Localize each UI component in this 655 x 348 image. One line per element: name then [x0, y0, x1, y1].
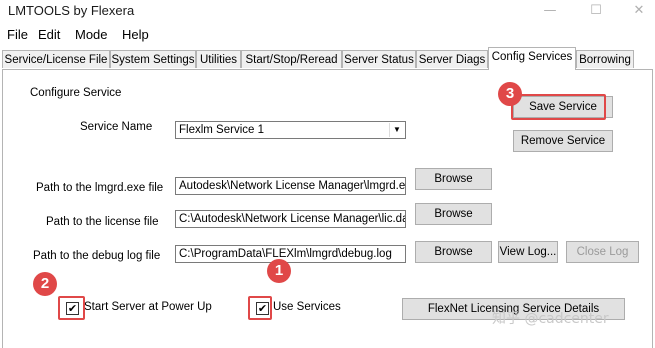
tab-config-services[interactable]: Config Services [488, 47, 576, 70]
lmgrd-path-label: Path to the lmgrd.exe file [36, 182, 164, 194]
tab-start-stop-reread[interactable]: Start/Stop/Reread [241, 50, 342, 68]
debug-log-path-input[interactable]: C:\ProgramData\FLEXlm\lmgrd\debug.log [175, 245, 406, 263]
close-button[interactable]: ✕ [624, 2, 654, 20]
browse-lmgrd-button[interactable]: Browse [415, 168, 492, 190]
title-bar: LMTOOLS by Flexera — ☐ ✕ [0, 0, 655, 24]
close-log-button[interactable]: Close Log [566, 241, 639, 263]
service-name-value: Flexlm Service 1 [179, 124, 264, 136]
debug-log-path-label: Path to the debug log file [33, 250, 161, 262]
start-at-powerup-highlight [58, 296, 85, 320]
watermark: 知乎 @cadcenter [492, 311, 609, 327]
use-services-label: Use Services [273, 301, 341, 313]
browse-license-button[interactable]: Browse [415, 203, 492, 225]
start-at-powerup-label: Start Server at Power Up [84, 301, 212, 313]
configure-service-label: Configure Service [30, 87, 122, 99]
tab-server-status[interactable]: Server Status [342, 50, 416, 68]
chevron-down-icon[interactable]: ▼ [389, 123, 404, 137]
tab-utilities[interactable]: Utilities [196, 50, 241, 68]
remove-service-button[interactable]: Remove Service [513, 130, 613, 152]
service-name-dropdown[interactable]: Flexlm Service 1 ▼ [175, 121, 406, 139]
step-1-badge: 1 [267, 259, 291, 283]
menu-file[interactable]: File [7, 27, 28, 42]
save-service-highlight [511, 94, 606, 120]
license-path-label: Path to the license file [46, 216, 159, 228]
minimize-button[interactable]: — [535, 2, 565, 20]
lmgrd-path-input[interactable]: Autodesk\Network License Manager\lmgrd.e… [175, 177, 406, 195]
license-path-input[interactable]: C:\Autodesk\Network License Manager\lic.… [175, 210, 406, 228]
step-2-badge: 2 [33, 272, 57, 296]
tab-service-license-file[interactable]: Service/License File [2, 50, 110, 68]
menu-bar: File Edit Mode Help [0, 24, 655, 46]
tab-strip: Service/License File System Settings Uti… [0, 46, 655, 70]
tab-server-diags[interactable]: Server Diags [416, 50, 488, 68]
service-name-label: Service Name [80, 121, 153, 133]
maximize-button[interactable]: ☐ [581, 2, 611, 20]
window-title: LMTOOLS by Flexera [8, 3, 135, 18]
menu-help[interactable]: Help [122, 27, 149, 42]
menu-mode[interactable]: Mode [75, 27, 108, 42]
menu-edit[interactable]: Edit [38, 27, 60, 42]
use-services-highlight [248, 296, 272, 320]
view-log-button[interactable]: View Log... [498, 241, 558, 263]
browse-debug-log-button[interactable]: Browse [415, 241, 492, 263]
tab-borrowing[interactable]: Borrowing [576, 50, 634, 68]
tab-system-settings[interactable]: System Settings [110, 50, 196, 68]
step-3-badge: 3 [498, 82, 522, 106]
